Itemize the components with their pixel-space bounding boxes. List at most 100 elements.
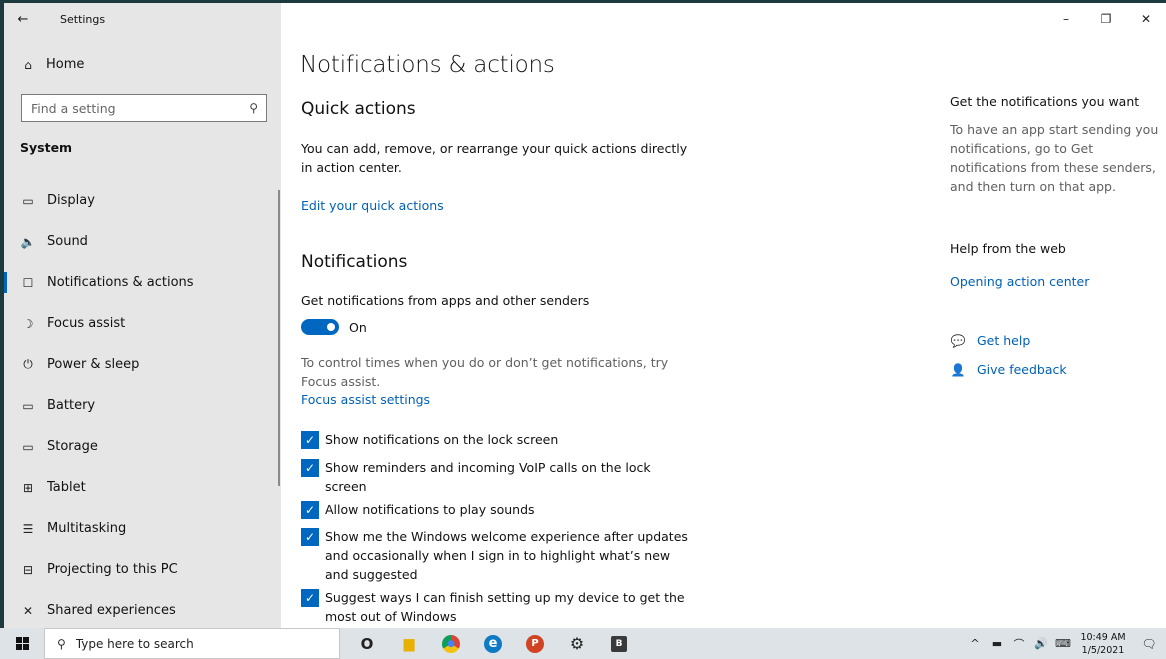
title-bar: ← Settings [4, 3, 281, 35]
action-center-icon[interactable]: 🗨 [1132, 637, 1166, 651]
sidebar-item-shared-experiences[interactable]: ✕ Shared experiences [4, 590, 281, 628]
get-help-link[interactable]: 💬 Get help [950, 333, 1031, 348]
section-title: System [20, 140, 73, 155]
cortana-icon: O [360, 634, 374, 653]
battery-tray-icon[interactable]: ▬ [986, 637, 1008, 650]
get-notifications-heading: Get the notifications you want [950, 94, 1140, 109]
chrome-icon: ● [442, 634, 460, 653]
checkbox-lock-screen[interactable]: ✓ Show notifications on the lock screen [301, 431, 701, 449]
power-icon: ⏻ [23, 357, 33, 371]
sidebar: ← Settings ⌂ Home ⚲ System ▭ Display 🔈 S… [4, 3, 281, 628]
search-icon[interactable]: ⚲ [249, 101, 258, 115]
home-icon: ⌂ [24, 57, 32, 72]
notifications-toggle-row[interactable]: On [301, 319, 367, 335]
tablet-icon: ⊞ [22, 480, 34, 495]
sidebar-item-label: Tablet [47, 480, 86, 495]
home-label: Home [46, 57, 85, 72]
checkbox-checked-icon[interactable]: ✓ [301, 501, 319, 519]
show-hidden-icons-icon[interactable]: ^ [964, 637, 986, 650]
sidebar-item-label: Multitasking [47, 521, 127, 536]
clock[interactable]: 10:49 AM 1/5/2021 [1074, 631, 1132, 657]
file-explorer-button[interactable]: ▆ [388, 628, 430, 659]
volume-icon[interactable]: 🔊 [1030, 637, 1052, 650]
notifications-toggle-caption: Get notifications from apps and other se… [301, 293, 590, 308]
get-notifications-text: To have an app start sending you notific… [950, 122, 1159, 194]
give-feedback-link[interactable]: 👤 Give feedback [950, 362, 1067, 377]
checkbox-checked-icon[interactable]: ✓ [301, 528, 319, 546]
storage-icon: ▭ [22, 439, 34, 454]
search-input[interactable] [31, 100, 231, 116]
powerpoint-button[interactable]: P [514, 628, 556, 659]
sidebar-item-display[interactable]: ▭ Display [4, 180, 281, 221]
sidebar-item-label: Display [47, 193, 95, 208]
sidebar-item-label: Projecting to this PC [47, 562, 178, 577]
app-b-icon: B [611, 635, 627, 652]
opening-action-center-link[interactable]: Opening action center [950, 274, 1089, 289]
speaker-icon: 🔈 [20, 234, 36, 249]
cortana-button[interactable]: O [346, 628, 388, 659]
edge-button[interactable]: e [472, 628, 514, 659]
system-tray: ^ ▬ ⌒ 🔊 ⌨ 10:49 AM 1/5/2021 🗨 [964, 628, 1166, 659]
app-b-button[interactable]: B [598, 628, 640, 659]
checkbox-suggest-setup[interactable]: ✓ Suggest ways I can finish setting up m… [301, 589, 696, 626]
help-from-web-heading: Help from the web [950, 241, 1066, 256]
projector-icon: ⊟ [22, 562, 34, 577]
notifications-toggle[interactable] [301, 319, 339, 335]
home-link[interactable]: ⌂ Home [20, 57, 84, 72]
edit-quick-actions-link[interactable]: Edit your quick actions [301, 198, 444, 213]
focus-assist-settings-link[interactable]: Focus assist settings [301, 392, 430, 407]
sidebar-item-notifications[interactable]: ☐ Notifications & actions [4, 262, 281, 303]
back-arrow-icon[interactable]: ← [4, 3, 42, 35]
taskbar: ⚲ O ▆ ● e P ⚙ B ^ ▬ ⌒ 🔊 ⌨ 10:49 AM [0, 628, 1166, 659]
related-panel: Get the notifications you want To have a… [950, 3, 1166, 628]
sidebar-item-storage[interactable]: ▭ Storage [4, 426, 281, 467]
sidebar-item-focus-assist[interactable]: ☽ Focus assist [4, 303, 281, 344]
sidebar-item-label: Battery [47, 398, 96, 413]
start-button[interactable] [0, 628, 44, 659]
checkbox-label: Show notifications on the lock screen [325, 432, 559, 447]
message-icon: ☐ [22, 275, 34, 290]
sidebar-item-label: Notifications & actions [47, 275, 194, 290]
sidebar-item-label: Storage [47, 439, 98, 454]
main-content: Notifications & actions Quick actions Yo… [300, 3, 920, 628]
checkbox-welcome-experience[interactable]: ✓ Show me the Windows welcome experience… [301, 528, 696, 584]
taskbar-apps: O ▆ ● e P ⚙ B [346, 628, 640, 659]
checkbox-play-sounds[interactable]: ✓ Allow notifications to play sounds [301, 501, 701, 519]
clock-time: 10:49 AM [1080, 631, 1126, 643]
sidebar-scrollbar[interactable] [278, 190, 280, 486]
checkbox-checked-icon[interactable]: ✓ [301, 589, 319, 607]
quick-actions-heading: Quick actions [301, 99, 416, 119]
chrome-button[interactable]: ● [430, 628, 472, 659]
powerpoint-icon: P [526, 634, 544, 653]
get-help-label: Get help [977, 333, 1031, 348]
feedback-icon: 👤 [950, 362, 966, 377]
checkbox-checked-icon[interactable]: ✓ [301, 459, 319, 477]
sidebar-item-projecting[interactable]: ⊟ Projecting to this PC [4, 549, 281, 590]
sidebar-item-label: Shared experiences [47, 603, 176, 618]
sidebar-item-power-sleep[interactable]: ⏻ Power & sleep [4, 344, 281, 385]
keyboard-icon[interactable]: ⌨ [1052, 637, 1074, 650]
settings-taskbar-button[interactable]: ⚙ [556, 628, 598, 659]
clock-date: 1/5/2021 [1081, 644, 1125, 656]
page-title: Notifications & actions [300, 52, 555, 78]
chat-help-icon: 💬 [950, 333, 966, 348]
sidebar-item-label: Focus assist [47, 316, 126, 331]
sidebar-item-label: Power & sleep [47, 357, 140, 372]
wifi-icon[interactable]: ⌒ [1008, 636, 1030, 652]
taskbar-search[interactable]: ⚲ [44, 628, 340, 659]
toggle-state-label: On [349, 319, 367, 335]
checkbox-label: Show reminders and incoming VoIP calls o… [325, 460, 651, 494]
sidebar-item-tablet[interactable]: ⊞ Tablet [4, 467, 281, 508]
sidebar-item-multitasking[interactable]: ☰ Multitasking [4, 508, 281, 549]
checkbox-checked-icon[interactable]: ✓ [301, 431, 319, 449]
search-icon: ⚲ [57, 636, 66, 651]
sidebar-item-sound[interactable]: 🔈 Sound [4, 221, 281, 262]
sidebar-item-battery[interactable]: ▭ Battery [4, 385, 281, 426]
sidebar-item-label: Sound [47, 234, 88, 249]
settings-window: ← Settings ⌂ Home ⚲ System ▭ Display 🔈 S… [4, 3, 1166, 628]
taskbar-search-input[interactable] [75, 636, 316, 651]
notifications-heading: Notifications [301, 252, 408, 272]
find-setting-search[interactable]: ⚲ [21, 94, 267, 122]
checkbox-reminders-voip[interactable]: ✓ Show reminders and incoming VoIP calls… [301, 459, 681, 496]
give-feedback-label: Give feedback [977, 362, 1067, 377]
